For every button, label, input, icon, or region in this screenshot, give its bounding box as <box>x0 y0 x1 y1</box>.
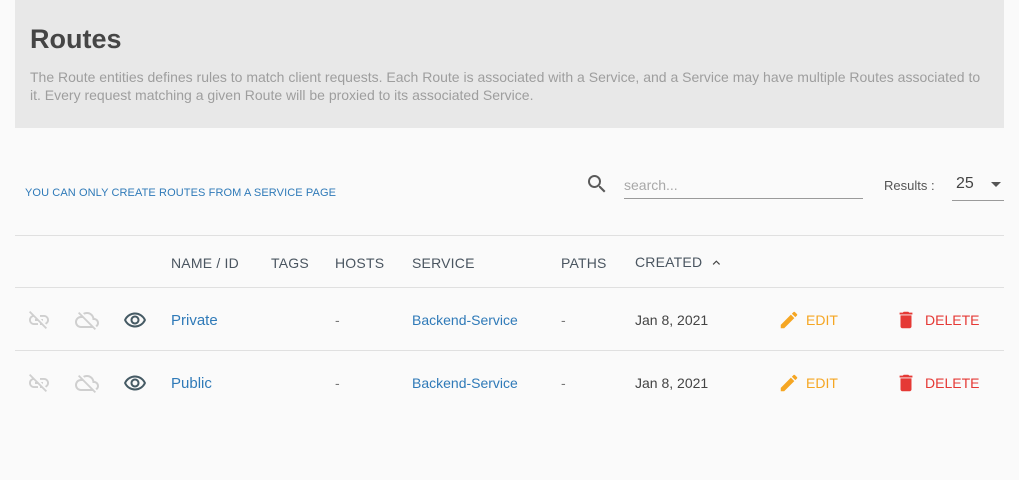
edit-label: EDIT <box>806 312 838 328</box>
column-header-hosts[interactable]: HOSTS <box>335 255 384 271</box>
eye-icon[interactable] <box>123 371 147 395</box>
route-service-link[interactable]: Backend-Service <box>412 375 518 391</box>
page-title: Routes <box>30 24 122 54</box>
table-header-divider <box>15 287 1004 288</box>
link-off-icon[interactable] <box>27 371 51 395</box>
delete-button[interactable]: DELETE <box>895 309 979 331</box>
trash-icon <box>899 311 913 329</box>
route-created: Jan 8, 2021 <box>635 375 709 391</box>
results-label: Results : <box>884 178 935 193</box>
route-hosts: - <box>335 312 340 328</box>
results-per-page-select[interactable]: 25 <box>952 171 1004 201</box>
column-header-created[interactable]: CREATED <box>635 254 702 270</box>
route-name-link[interactable]: Private <box>171 312 218 329</box>
delete-label: DELETE <box>925 375 980 391</box>
search-input[interactable] <box>624 171 863 199</box>
route-paths: - <box>561 312 566 328</box>
link-off-icon[interactable] <box>27 308 51 332</box>
create-route-notice: YOU CAN ONLY CREATE ROUTES FROM A SERVIC… <box>25 187 337 199</box>
column-header-paths[interactable]: PATHS <box>561 255 607 271</box>
pencil-icon <box>780 374 798 392</box>
chevron-down-icon <box>991 182 1001 187</box>
route-created: Jan 8, 2021 <box>635 312 709 328</box>
eye-icon[interactable] <box>123 308 147 332</box>
column-header-service[interactable]: SERVICE <box>412 255 475 271</box>
page-description: The Route entities defines rules to matc… <box>30 69 981 103</box>
route-hosts: - <box>335 375 340 391</box>
header-panel: Routes The Route entities defines rules … <box>15 0 1004 128</box>
delete-label: DELETE <box>925 312 980 328</box>
pencil-icon <box>780 311 798 329</box>
results-per-page-value: 25 <box>956 175 974 192</box>
cloud-off-icon[interactable] <box>75 371 99 395</box>
edit-button[interactable]: EDIT <box>778 372 838 394</box>
search-icon <box>588 175 606 193</box>
row-divider <box>15 350 1004 351</box>
table-top-divider <box>15 235 1004 236</box>
edit-button[interactable]: EDIT <box>778 309 838 331</box>
column-header-name[interactable]: NAME / ID <box>171 255 239 271</box>
route-name-link[interactable]: Public <box>171 375 212 392</box>
sort-ascending-icon[interactable] <box>709 256 723 270</box>
trash-icon <box>899 374 913 392</box>
cloud-off-icon[interactable] <box>75 308 99 332</box>
edit-label: EDIT <box>806 375 838 391</box>
route-paths: - <box>561 375 566 391</box>
route-service-link[interactable]: Backend-Service <box>412 312 518 328</box>
column-header-tags[interactable]: TAGS <box>271 255 309 271</box>
delete-button[interactable]: DELETE <box>895 372 979 394</box>
